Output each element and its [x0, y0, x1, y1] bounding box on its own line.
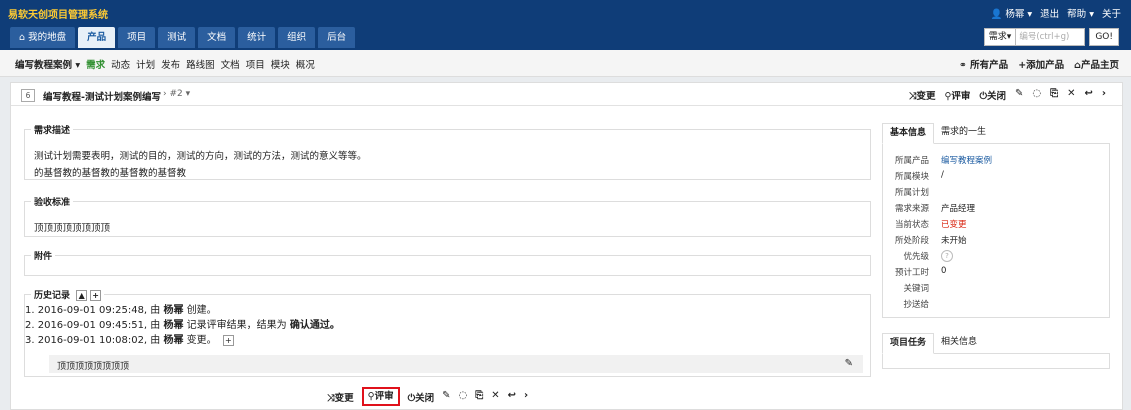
story-id: 6 — [21, 89, 35, 102]
user-menu: 👤 杨幂 ▾ 退出 帮助 ▾ 关于 — [990, 6, 1121, 20]
history-note: 顶顶顶顶顶顶顶顶 ✎ — [49, 355, 863, 373]
tab-product[interactable]: 产品 — [78, 27, 116, 48]
next-icon[interactable]: › — [524, 390, 528, 406]
desc-line2: 的基督教的基督教的基督教的基督教 — [34, 168, 187, 179]
history-item: 3. 2016-09-01 10:08:02, 由 杨幂 变更。 + — [25, 331, 870, 346]
tab-test[interactable]: 测试 — [158, 27, 196, 48]
status-badge: 已变更 — [941, 220, 967, 230]
copy-icon[interactable]: ⎘ — [1050, 88, 1058, 102]
shuffle-icon: ⤨ — [327, 393, 335, 404]
priority-icon: ? — [941, 250, 953, 262]
story-title: 编写教程-测试计划案例编写 — [43, 92, 161, 103]
edit-note-icon[interactable]: ✎ — [845, 358, 853, 369]
tab-company[interactable]: 组织 — [278, 27, 316, 48]
back-icon[interactable]: ↩ — [1084, 88, 1092, 102]
tab-related-info[interactable]: 相关信息 — [934, 333, 984, 352]
desc-line1: 测试计划需要表明，测试的目的，测试的方向，测试的方法，测试的意义等等。 — [34, 151, 367, 162]
next-icon[interactable]: › — [1102, 88, 1106, 102]
review-button[interactable]: ⚲评审 — [944, 88, 970, 102]
home-icon: ⌂ — [1074, 60, 1081, 71]
change-button-bottom[interactable]: ⤨变更 — [327, 390, 354, 406]
search-input[interactable]: 编号(ctrl+g) — [1016, 28, 1086, 46]
edit-icon[interactable]: ✎ — [442, 390, 450, 406]
subnav-story[interactable]: 需求 — [86, 57, 105, 71]
power-icon: ⏻ — [979, 91, 987, 102]
history-section: 历史记录 ▲ + 1. 2016-09-01 09:25:48, 由 杨幂 创建。… — [24, 288, 871, 377]
search-bar: 需求▾ 编号(ctrl+g) GO! — [983, 28, 1119, 46]
task-tabs: 项目任务 相关信息 — [882, 333, 1110, 354]
history-header: 历史记录 ▲ + — [31, 288, 104, 301]
info-tabs: 基本信息 需求的一生 — [882, 123, 1110, 144]
subnav-module[interactable]: 模块 — [271, 57, 290, 71]
basic-info-body: 所属产品 编写教程案例 所属模块 / 所属计划 需求来源 产品经理 当前状态 已变更 所… — [882, 144, 1110, 318]
tab-project[interactable]: 项目 — [118, 27, 156, 48]
comment-icon[interactable]: ◌ — [1032, 88, 1041, 102]
subnav-project[interactable]: 项目 — [246, 57, 265, 71]
desc-label: 需求描述 — [34, 126, 71, 136]
copy-icon[interactable]: ⎘ — [475, 390, 483, 406]
edit-icon[interactable]: ✎ — [1015, 88, 1023, 102]
story-version-dropdown[interactable]: › #2 ▾ — [163, 89, 190, 99]
attach-section: 附件 — [24, 249, 871, 276]
product-link[interactable]: 编写教程案例 — [941, 154, 992, 166]
user-icon: 👤 — [990, 9, 1003, 20]
back-icon[interactable]: ↩ — [508, 390, 516, 406]
collapse-icon[interactable]: ▲ — [76, 290, 88, 301]
main-tabs: ⌂ 我的地盘 产品 项目 测试 文档 统计 组织 后台 — [10, 27, 356, 48]
product-subnav: 编写教程案例 ▾ 需求 动态 计划 发布 路线图 文档 项目 模块 概况 ⚭ 所… — [0, 50, 1131, 77]
search-icon: ⚲ — [367, 391, 375, 402]
task-body — [882, 354, 1110, 369]
delete-icon[interactable]: ✕ — [1067, 88, 1075, 102]
plus-icon: + — [1018, 60, 1027, 71]
verify-label: 验收标准 — [34, 198, 71, 208]
help-dropdown[interactable]: 帮助 ▾ — [1067, 6, 1094, 20]
verify-text: 顶顶顶顶顶顶顶顶 — [34, 223, 111, 234]
history-note-text: 顶顶顶顶顶顶顶顶 — [57, 362, 130, 372]
all-products-link[interactable]: ⚭ 所有产品 — [959, 57, 1008, 71]
logout-link[interactable]: 退出 — [1040, 6, 1059, 20]
verify-section: 验收标准 顶顶顶顶顶顶顶顶 — [24, 195, 871, 237]
power-icon: ⏻ — [407, 393, 416, 404]
app-title: 易软天创项目管理系统 — [8, 10, 108, 21]
expand-all-icon[interactable]: + — [90, 290, 102, 301]
tab-doc[interactable]: 文档 — [198, 27, 236, 48]
tab-basic-info[interactable]: 基本信息 — [882, 123, 935, 144]
review-button-bottom[interactable]: ⚲评审 — [361, 387, 400, 406]
change-button[interactable]: ⤨变更 — [909, 88, 936, 102]
product-switcher[interactable]: 编写教程案例 ▾ — [15, 57, 80, 71]
story-panel: 6 编写教程-测试计划案例编写 › #2 ▾ ⤨变更 ⚲评审 ⏻关闭 ✎ ◌ ⎘… — [10, 82, 1123, 410]
product-home-link[interactable]: ⌂产品主页 — [1074, 57, 1119, 71]
story-titlebar: 6 编写教程-测试计划案例编写 › #2 ▾ ⤨变更 ⚲评审 ⏻关闭 ✎ ◌ ⎘… — [11, 83, 1122, 106]
home-icon: ⌂ — [19, 32, 26, 43]
desc-section: 需求描述 测试计划需要表明，测试的目的，测试的方向，测试的方法，测试的意义等等。… — [24, 123, 871, 180]
tab-admin[interactable]: 后台 — [318, 27, 356, 48]
history-item: 2. 2016-09-01 09:45:51, 由 杨幂 记录评审结果，结果为 … — [25, 320, 340, 331]
subnav-release[interactable]: 发布 — [161, 57, 180, 71]
user-dropdown[interactable]: 👤 杨幂 ▾ — [990, 6, 1032, 20]
close-button-bottom[interactable]: ⏻关闭 — [408, 390, 435, 406]
subnav-doc[interactable]: 文档 — [221, 57, 240, 71]
subnav-plan[interactable]: 计划 — [136, 57, 155, 71]
tab-report[interactable]: 统计 — [238, 27, 276, 48]
add-product-link[interactable]: +添加产品 — [1018, 57, 1064, 71]
comment-icon[interactable]: ◌ — [459, 390, 468, 406]
delete-icon[interactable]: ✕ — [491, 390, 499, 406]
history-item: 1. 2016-09-01 09:25:48, 由 杨幂 创建。 — [25, 305, 217, 316]
tab-my[interactable]: ⌂ 我的地盘 — [10, 27, 76, 48]
top-navbar: 易软天创项目管理系统 👤 杨幂 ▾ 退出 帮助 ▾ 关于 ⌂ 我的地盘 产品 项… — [0, 0, 1131, 50]
attach-label: 附件 — [34, 252, 53, 262]
story-bottom-actions: ⤨变更 ⚲评审 ⏻关闭 ✎ ◌ ⎘ ✕ ↩ › — [327, 387, 528, 406]
tab-story-life[interactable]: 需求的一生 — [934, 123, 993, 142]
story-top-actions: ⤨变更 ⚲评审 ⏻关闭 ✎ ◌ ⎘ ✕ ↩ › — [909, 88, 1106, 102]
expand-icon[interactable]: + — [222, 334, 234, 346]
about-link[interactable]: 关于 — [1102, 6, 1121, 20]
subnav-view[interactable]: 概况 — [296, 57, 315, 71]
subnav-dynamic[interactable]: 动态 — [111, 57, 130, 71]
search-go-button[interactable]: GO! — [1089, 28, 1119, 46]
close-button[interactable]: ⏻关闭 — [979, 88, 1006, 102]
tab-project-tasks[interactable]: 项目任务 — [882, 333, 935, 354]
products-icon: ⚭ — [958, 60, 967, 71]
subnav-roadmap[interactable]: 路线图 — [186, 57, 215, 71]
search-type-select[interactable]: 需求▾ — [983, 28, 1017, 46]
